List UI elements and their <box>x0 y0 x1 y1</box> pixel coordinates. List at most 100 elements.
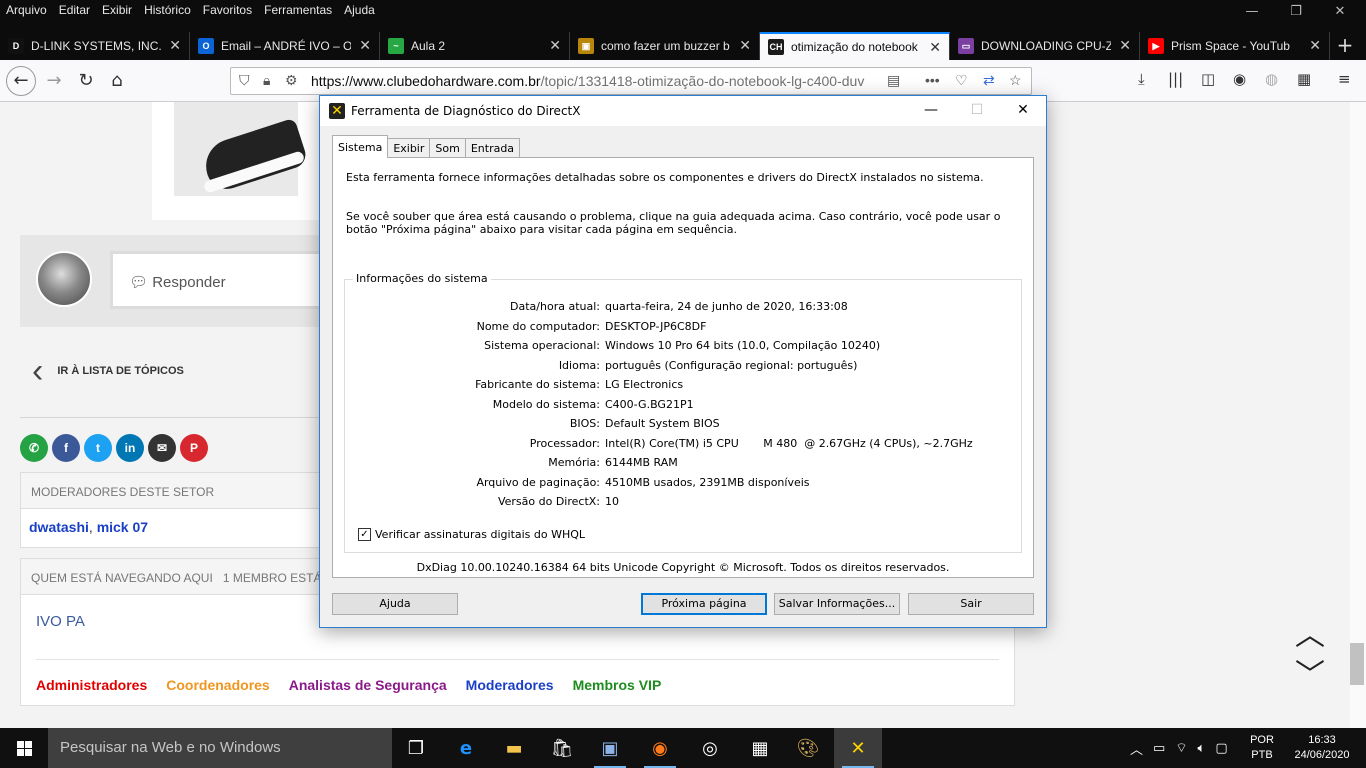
permissions-icon[interactable]: ⚙ <box>285 72 298 89</box>
page-actions-icon[interactable]: ••• <box>925 72 940 88</box>
next-page-button[interactable]: Próxima página <box>641 593 767 615</box>
lock-icon[interactable]: 🔒︎ <box>263 72 270 89</box>
url-text[interactable]: https://www.clubedohardware.com.br/topic… <box>311 73 881 89</box>
tab-entrada[interactable]: Entrada <box>464 138 521 158</box>
menu-item[interactable]: Favoritos <box>197 0 258 20</box>
tab-close-icon[interactable]: ✕ <box>1309 37 1321 54</box>
forward-arrow-icon[interactable]: → <box>40 68 68 94</box>
store-icon[interactable]: 🛍︎ <box>538 728 586 768</box>
tab-close-icon[interactable]: ✕ <box>1119 37 1131 54</box>
maximize-icon[interactable]: ☐ <box>954 96 1000 126</box>
url-bar[interactable]: ⛉ 🔒︎ ⚙ https://www.clubedohardware.com.b… <box>230 67 1032 95</box>
menu-item[interactable]: Editar <box>53 0 96 20</box>
minimize-icon[interactable]: — <box>1232 4 1272 24</box>
legend-item[interactable]: Administradores <box>36 677 147 693</box>
close-icon[interactable]: ✕ <box>1320 4 1360 24</box>
shield-icon[interactable]: ⛉ <box>239 72 250 89</box>
avatar[interactable] <box>36 251 92 307</box>
browser-tab[interactable]: D D-LINK SYSTEMS, INC. | ✕ <box>0 32 190 60</box>
pinterest-icon[interactable]: P <box>180 434 208 462</box>
battery-icon[interactable]: ▭ <box>1153 741 1165 756</box>
pocket-icon[interactable]: ♡ <box>955 72 968 89</box>
scroll-up-icon[interactable]: ︿ <box>1290 610 1330 653</box>
restore-icon[interactable]: ❐ <box>1276 4 1316 24</box>
browser-tab[interactable]: ▣ como fazer um buzzer b ✕ <box>570 32 760 60</box>
tab-som[interactable]: Som <box>429 138 466 158</box>
page-scrollbar[interactable] <box>1350 102 1366 728</box>
system-info-row: BIOS: Default System BIOS <box>345 417 1021 436</box>
save-info-button[interactable]: Salvar Informações... <box>774 593 900 615</box>
whatsapp-icon[interactable]: ✆ <box>20 434 48 462</box>
legend-item[interactable]: Moderadores <box>466 677 554 693</box>
calculator-icon[interactable]: ▦ <box>736 728 784 768</box>
info-key: Processador: <box>529 436 600 450</box>
windows-start-icon[interactable] <box>0 728 48 768</box>
email-icon[interactable]: ✉ <box>148 434 176 462</box>
menu-item[interactable]: Exibir <box>96 0 138 20</box>
moderator-link[interactable]: dwatashi <box>29 519 89 535</box>
sidebar-icon[interactable]: ◫ <box>1201 70 1215 88</box>
extension-icon[interactable]: ◍ <box>1265 70 1278 88</box>
task-view-icon[interactable]: ❐ <box>392 728 440 768</box>
edge-icon[interactable]: e <box>442 728 490 768</box>
menu-item[interactable]: Histórico <box>138 0 197 20</box>
whql-checkbox-row[interactable]: ✓ Verificar assinaturas digitais do WHQL <box>358 528 585 541</box>
exit-button[interactable]: Sair <box>908 593 1034 615</box>
paint-icon[interactable]: 🎨︎ <box>784 728 832 768</box>
translate-icon[interactable]: ⇄ <box>983 72 995 89</box>
screenshot-icon[interactable]: ▦ <box>1297 70 1311 88</box>
menu-item[interactable]: Ajuda <box>338 0 381 20</box>
tab-close-icon[interactable]: ✕ <box>359 37 371 54</box>
legend-item[interactable]: Coordenadores <box>166 677 269 693</box>
browser-tab[interactable]: ~ Aula 2 ✕ <box>380 32 570 60</box>
scroll-down-icon[interactable]: ﹀ <box>1290 650 1330 693</box>
browser-tab[interactable]: O Email – ANDRÉ IVO – Ou ✕ <box>190 32 380 60</box>
taskbar-search-input[interactable]: Pesquisar na Web e no Windows <box>48 728 392 768</box>
home-icon[interactable]: ⌂ <box>103 68 131 94</box>
tab-close-icon[interactable]: ✕ <box>929 39 941 56</box>
language-indicator[interactable]: POR PTB <box>1247 733 1277 763</box>
tab-sistema[interactable]: Sistema <box>332 135 389 158</box>
bookmark-star-icon[interactable]: ☆ <box>1009 72 1022 89</box>
new-tab-icon[interactable]: + <box>1330 32 1360 60</box>
hamburger-menu-icon[interactable]: ≡ <box>1338 70 1351 88</box>
tab-close-icon[interactable]: ✕ <box>169 37 181 54</box>
legend-item[interactable]: Analistas de Segurança <box>289 677 447 693</box>
back-to-list-link[interactable]: ‹ IR À LISTA DE TÓPICOS <box>32 354 184 388</box>
directx-diag-icon[interactable]: ✕ <box>834 728 882 768</box>
firefox-icon[interactable]: ◉ <box>636 728 684 768</box>
back-arrow-icon[interactable]: ← <box>6 66 36 96</box>
facebook-icon[interactable]: f <box>52 434 80 462</box>
tab-close-icon[interactable]: ✕ <box>739 37 751 54</box>
legend-item[interactable]: Membros VIP <box>573 677 662 693</box>
minimize-icon[interactable]: — <box>908 96 954 126</box>
settings-app-icon[interactable]: ▣ <box>586 728 634 768</box>
help-button[interactable]: Ajuda <box>332 593 458 615</box>
menu-item[interactable]: Arquivo <box>0 0 53 20</box>
whql-checkbox[interactable]: ✓ <box>358 528 371 541</box>
dxdiag-title: Ferramenta de Diagnóstico do DirectX <box>351 104 581 118</box>
notifications-icon[interactable]: ▢ <box>1215 741 1227 756</box>
library-icon[interactable]: ||| <box>1168 70 1183 88</box>
wifi-icon[interactable]: ⌔ <box>1175 740 1187 756</box>
browser-tab[interactable]: CH otimização do notebook ✕ <box>760 32 950 60</box>
file-explorer-icon[interactable]: ▬ <box>490 728 538 768</box>
moderator-link[interactable]: mick 07 <box>97 519 148 535</box>
scrollbar-thumb[interactable] <box>1350 643 1364 685</box>
chevron-up-icon[interactable]: ︿ <box>1130 739 1143 758</box>
twitter-icon[interactable]: t <box>84 434 112 462</box>
menu-item[interactable]: Ferramentas <box>258 0 338 20</box>
linkedin-icon[interactable]: in <box>116 434 144 462</box>
reload-icon[interactable]: ↻ <box>72 68 100 94</box>
reader-view-icon[interactable]: ▤ <box>887 72 900 89</box>
close-icon[interactable]: ✕ <box>1000 96 1046 126</box>
browser-tab[interactable]: ▶ Prism Space - YouTub ✕ <box>1140 32 1330 60</box>
clock[interactable]: 16:33 24/06/2020 <box>1284 733 1360 763</box>
tab-exibir[interactable]: Exibir <box>387 138 431 158</box>
download-icon[interactable]: ⤓ <box>1138 70 1145 88</box>
media-player-icon[interactable]: ◎ <box>686 728 734 768</box>
account-icon[interactable]: ◉ <box>1233 70 1246 88</box>
tab-close-icon[interactable]: ✕ <box>549 37 561 54</box>
browser-tab[interactable]: ▭ DOWNLOADING CPU-Z ✕ <box>950 32 1140 60</box>
volume-icon[interactable]: 🔈︎ <box>1198 741 1206 756</box>
